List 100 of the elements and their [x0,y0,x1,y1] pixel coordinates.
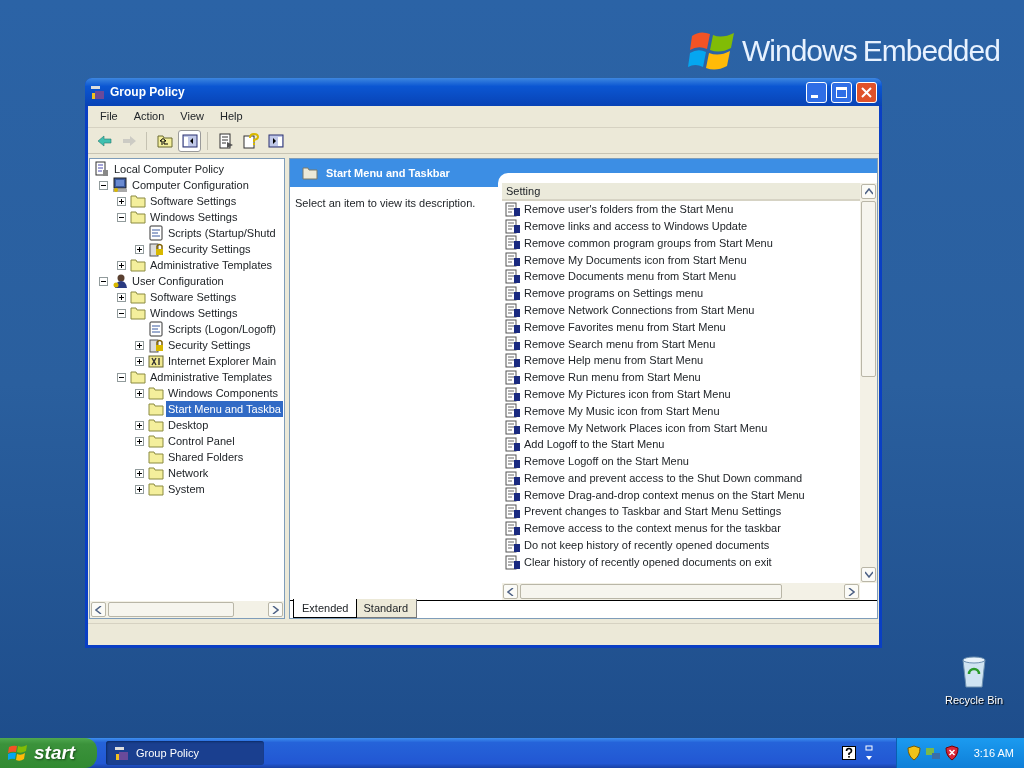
tree-item[interactable]: Desktop [166,416,211,434]
padlock-icon [148,337,164,353]
tree-item[interactable]: Scripts (Logon/Logoff) [166,320,279,338]
setting-name[interactable]: Remove and prevent access to the Shut Down command [524,469,803,487]
expand-toggle[interactable] [134,484,144,494]
column-header[interactable]: Setting [502,183,860,201]
policy-setting-icon [505,386,521,402]
start-button[interactable]: start [0,738,97,768]
tab[interactable]: Extended [293,598,358,618]
shield-icon[interactable] [945,745,959,761]
logo-text: Embedded [862,33,1000,69]
close-button[interactable] [856,81,877,103]
tree-item[interactable]: Windows Settings [148,208,240,226]
setting-name[interactable]: Add Logoff to the Start Menu [524,436,665,453]
setting-name[interactable]: Remove My Pictures icon from Start Menu [524,385,731,403]
expand-toggle[interactable] [134,388,144,398]
scroll-left-button[interactable] [91,602,106,617]
tree-item[interactable]: Windows Settings [148,304,240,322]
tree-item[interactable]: Internet Explorer Main [166,352,279,370]
folder-icon [130,193,146,209]
tree-item[interactable]: Windows Components [166,384,281,402]
scroll-right-button[interactable] [844,584,859,599]
setting-name[interactable]: Remove access to the context menus for the taskbar [524,520,781,537]
setting-name[interactable]: Remove Favorites menu from Start Menu [524,318,726,336]
expand-toggle[interactable] [134,420,144,430]
menu-item[interactable]: Help [211,106,251,127]
description-text: Select an item to view its description. [295,197,476,209]
menu-item[interactable]: File [92,106,126,127]
recycle-bin-icon[interactable] [959,656,989,688]
setting-name[interactable]: Remove links and access to Windows Update [524,217,748,235]
minimize-button[interactable] [806,81,827,103]
maximize-icon [836,86,847,98]
setting-name[interactable]: Remove Drag-and-drop context menus on the Start Menu [524,486,805,504]
folder-icon [130,209,146,225]
tree-item[interactable]: Computer Configuration [130,176,251,194]
scroll-left-button[interactable] [503,584,518,599]
expand-toggle[interactable] [134,468,144,478]
expand-toggle[interactable] [134,436,144,446]
setting-name[interactable]: Remove My Documents icon from Start Menu [524,251,747,269]
desktop-icon-label[interactable]: Recycle Bin [944,692,1004,709]
tree-item[interactable]: User Configuration [130,272,226,290]
tree-item[interactable]: Start Menu and Taskba [166,400,283,418]
split-pane-button[interactable] [178,129,201,152]
scroll-down-button[interactable] [861,567,876,582]
tree-item[interactable]: Control Panel [166,432,237,450]
expand-toggle[interactable] [116,260,126,270]
folder-up-icon [156,132,173,149]
scrollbar-thumb[interactable] [108,602,234,617]
maximize-button[interactable] [831,81,852,103]
setting-name[interactable]: Remove Network Connections from Start Menu [524,301,755,319]
collapse-toggle[interactable] [116,212,126,222]
scrollbar-thumb[interactable] [520,584,782,599]
tab[interactable]: Standard [354,598,418,618]
setting-name[interactable]: Remove My Network Places icon from Start Menu [524,419,768,436]
setting-name[interactable]: Remove My Music icon from Start Menu [524,402,720,420]
tree-item[interactable]: Security Settings [166,336,253,354]
tree-item[interactable]: Administrative Templates [148,368,275,386]
taskbar-button[interactable]: Group Policy [106,741,264,765]
folder-icon [130,257,146,273]
collapse-toggle[interactable] [116,308,126,318]
setting-name[interactable]: Remove common program groups from Start Menu [524,234,773,252]
collapse-toggle[interactable] [116,372,126,382]
tree-item[interactable]: Security Settings [166,240,253,258]
policy-setting-icon [505,403,521,419]
policy-setting-icon [505,437,521,453]
setting-name[interactable]: Remove Logoff on the Start Menu [524,453,689,470]
expand-toggle[interactable] [116,196,126,206]
collapse-toggle[interactable] [98,180,108,190]
tree-item[interactable]: Scripts (Startup/Shutd [166,224,278,242]
setting-name[interactable]: Do not keep history of recently opened documents [524,537,770,554]
collapse-toggle[interactable] [98,276,108,286]
tree-item[interactable]: Network [166,464,211,482]
folder-icon [130,289,146,305]
menu-item[interactable]: Action [125,106,173,127]
expand-toggle[interactable] [134,340,144,350]
split-pane-icon [267,132,284,149]
menu-item[interactable]: View [172,106,212,127]
tree-item[interactable]: Shared Folders [166,448,246,466]
expand-toggle[interactable] [134,356,144,366]
expand-toggle[interactable] [116,292,126,302]
setting-name[interactable]: Remove programs on Settings menu [524,285,704,302]
setting-name[interactable]: Clear history of recently opened documents on exit [524,553,772,571]
policy-setting-icon [505,285,521,301]
scrollbar-thumb[interactable] [861,201,876,377]
scroll-up-button[interactable] [861,184,876,199]
setting-name[interactable]: Remove user's folders from the Start Menu [524,201,734,218]
expand-toggle[interactable] [134,244,144,254]
setting-name[interactable]: Prevent changes to Taskbar and Start Menu Settings [524,503,782,520]
tree-item[interactable]: System [166,480,207,498]
setting-name[interactable]: Remove Search menu from Start Menu [524,335,716,352]
help-icon[interactable] [842,746,856,760]
tree-item[interactable]: Software Settings [148,288,239,306]
setting-name[interactable]: Remove Documents menu from Start Menu [524,268,737,285]
tree-item[interactable]: Administrative Templates [148,256,275,274]
policy-setting-icon [505,353,521,369]
tree-item[interactable]: Software Settings [148,192,239,210]
setting-name[interactable]: Remove Run menu from Start Menu [524,369,701,386]
scroll-right-button[interactable] [268,602,283,617]
tree-item[interactable]: Local Computer Policy [112,160,227,178]
setting-name[interactable]: Remove Help menu from Start Menu [524,352,704,369]
